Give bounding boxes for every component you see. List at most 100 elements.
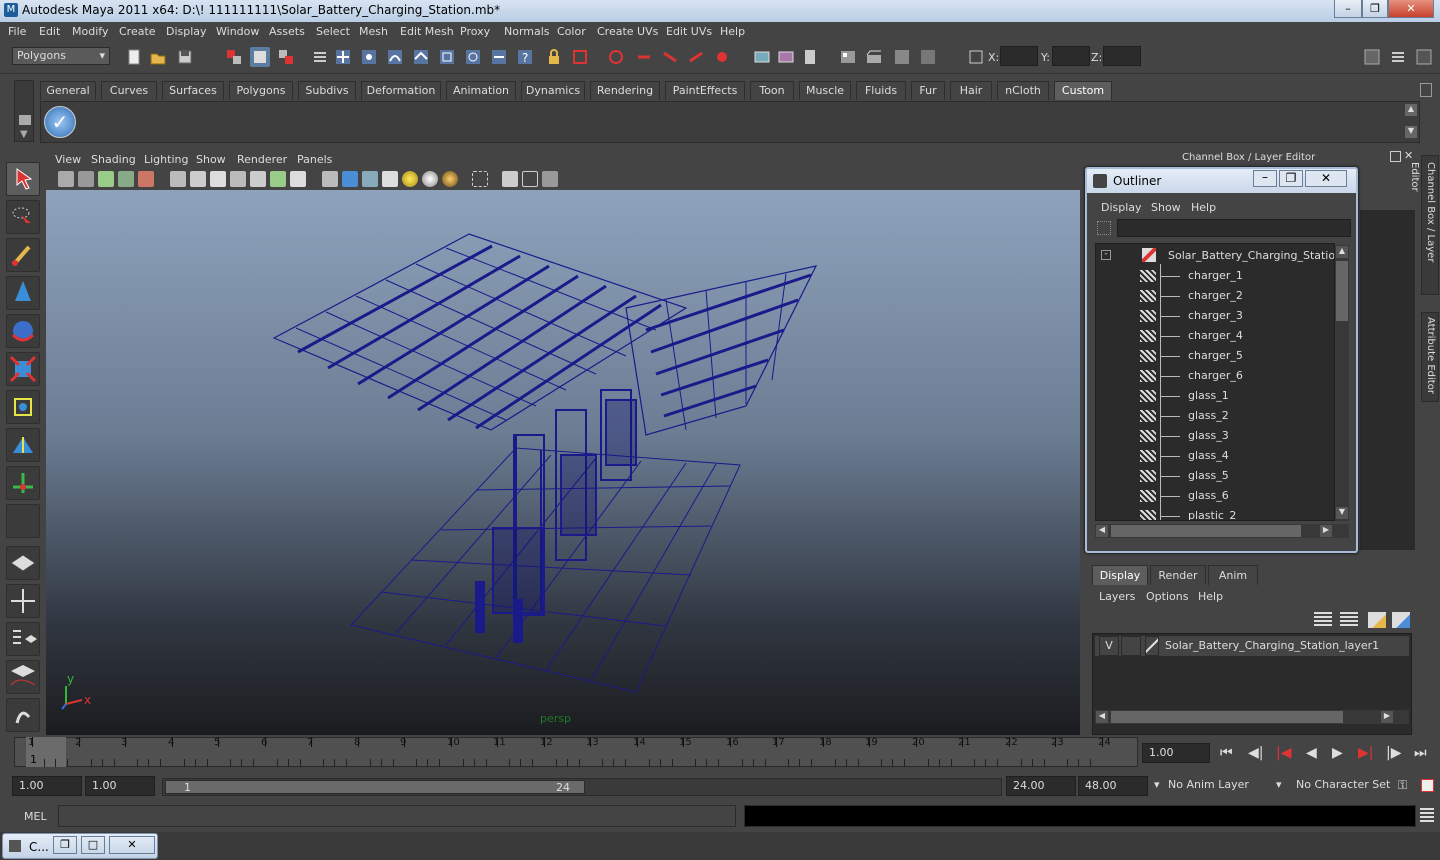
menu-edit-mesh[interactable]: Edit Mesh [400, 25, 454, 38]
menu-file[interactable]: File [8, 25, 26, 38]
mode-selector[interactable]: Polygons ▾ [12, 47, 110, 65]
key-icon[interactable]: ⚿ [1398, 778, 1407, 793]
hypergraph-layout-icon[interactable] [6, 698, 40, 732]
shelf-tab-rendering[interactable]: Rendering [590, 81, 660, 100]
command-language-label[interactable]: MEL [24, 810, 47, 823]
menu-color[interactable]: Color [557, 25, 586, 38]
layer-hscrollbar[interactable]: ◀ ▶ [1095, 710, 1409, 724]
shelf-tab-animation[interactable]: Animation [446, 81, 516, 100]
outliner-item[interactable]: glass_3 [1096, 426, 1334, 446]
texture-icon[interactable] [382, 171, 398, 187]
select-hierarchy-icon[interactable] [224, 47, 244, 67]
script-editor-icon[interactable] [1420, 808, 1434, 822]
collapse-icon[interactable]: - [1101, 250, 1111, 260]
script-editor-icon[interactable] [918, 47, 938, 67]
shelf-trash-icon[interactable] [1420, 83, 1432, 97]
select-component-icon[interactable] [276, 47, 296, 67]
snap-surface-icon[interactable] [437, 47, 457, 67]
layer-type-toggle[interactable] [1121, 636, 1141, 656]
camera-attributes-icon[interactable] [78, 171, 94, 187]
component-xray-icon[interactable] [542, 171, 558, 187]
y-field[interactable] [1052, 46, 1090, 66]
graph-editor-layout-icon[interactable] [6, 660, 40, 694]
four-view-layout-icon[interactable] [6, 584, 40, 618]
outliner-item[interactable]: glass_1 [1096, 386, 1334, 406]
shaded-wireframe-icon[interactable] [362, 171, 378, 187]
command-input[interactable] [58, 805, 736, 827]
outliner-hscrollbar[interactable]: ◀ ▶ [1095, 524, 1349, 538]
scroll-up-icon[interactable]: ▲ [1336, 246, 1348, 258]
shelf-tab-fur[interactable]: Fur [911, 81, 945, 100]
range-slider-handle[interactable]: 1 24 [165, 780, 585, 794]
lasso-tool-icon[interactable] [6, 200, 40, 234]
new-layer-selected-icon[interactable] [1392, 612, 1410, 628]
all-lights-icon[interactable] [422, 171, 438, 187]
minimized-maximize-button[interactable]: □ [81, 836, 105, 854]
resolution-gate-icon[interactable] [210, 171, 226, 187]
playback-start-field[interactable]: 1.00 [85, 776, 155, 796]
menu-display[interactable]: Display [166, 25, 207, 38]
camera-select-icon[interactable] [58, 171, 74, 187]
step-back-icon[interactable]: ◀| [1248, 745, 1263, 761]
menu-create-uvs[interactable]: Create UVs [597, 25, 658, 38]
go-to-end-icon[interactable]: ⏭ [1414, 745, 1427, 761]
layer-visibility-toggle[interactable]: V [1099, 636, 1119, 656]
shelf-tab-surfaces[interactable]: Surfaces [162, 81, 224, 100]
new-layer-icon[interactable] [1368, 612, 1386, 628]
move-tool-icon[interactable] [6, 276, 40, 310]
ipr-render-icon[interactable] [776, 47, 796, 67]
image-plane-icon[interactable] [118, 171, 134, 187]
z-field[interactable] [1103, 46, 1141, 66]
construction-history-icon[interactable] [686, 47, 706, 67]
shadows-icon[interactable] [442, 171, 458, 187]
grid-toggle-icon[interactable] [170, 171, 186, 187]
minimized-restore-button[interactable]: ❐ [53, 836, 77, 854]
shelf-tab-subdivs[interactable]: Subdivs [298, 81, 356, 100]
minimized-close-button[interactable]: ✕ [109, 836, 155, 854]
gate-mask-icon[interactable] [230, 171, 246, 187]
outliner-layout-icon[interactable] [6, 622, 40, 656]
outliner-menu-help[interactable]: Help [1191, 201, 1216, 214]
shelf-tab-deformation[interactable]: Deformation [361, 81, 441, 100]
layer-scroll-right-icon[interactable]: ▶ [1381, 711, 1393, 723]
scroll-thumb[interactable] [1336, 261, 1348, 321]
make-live-icon[interactable] [463, 47, 483, 67]
shelf-tab-toon[interactable]: Toon [750, 81, 794, 100]
shelf-tab-curves[interactable]: Curves [101, 81, 157, 100]
default-lighting-icon[interactable] [402, 171, 418, 187]
outliner-item[interactable]: charger_5 [1096, 346, 1334, 366]
layer-scroll-left-icon[interactable]: ◀ [1096, 711, 1108, 723]
scroll-down-icon[interactable]: ▼ [1336, 507, 1348, 519]
shelf-scroll-down-icon[interactable]: ▼ [1405, 126, 1417, 138]
outliner-menu-show[interactable]: Show [1151, 201, 1181, 214]
menu-create[interactable]: Create [119, 25, 156, 38]
outliner-item[interactable]: glass_6 [1096, 486, 1334, 506]
shelf-options-handle[interactable]: ▼ [14, 80, 34, 142]
end-time-field[interactable]: 48.00 [1078, 776, 1148, 796]
step-back-key-icon[interactable]: |◀ [1276, 745, 1291, 761]
shelf-tab-custom[interactable]: Custom [1054, 81, 1112, 100]
viewport-menu-panels[interactable]: Panels [297, 153, 332, 166]
play-forwards-icon[interactable]: ▶ [1332, 745, 1343, 761]
transform-input-icon[interactable] [966, 47, 986, 67]
move-layer-down-icon[interactable] [1340, 612, 1358, 628]
xray-icon[interactable] [502, 171, 518, 187]
move-layer-up-icon[interactable] [1314, 612, 1332, 628]
field-chart-icon[interactable] [250, 171, 266, 187]
menu-mesh[interactable]: Mesh [359, 25, 388, 38]
outliner-menu-display[interactable]: Display [1101, 201, 1142, 214]
shelf-tab-polygons[interactable]: Polygons [229, 81, 293, 100]
tool-settings-icon[interactable] [1388, 47, 1408, 67]
snap-curve-icon[interactable] [359, 47, 379, 67]
scale-tool-icon[interactable] [6, 352, 40, 386]
film-gate-icon[interactable] [190, 171, 206, 187]
paint-select-tool-icon[interactable] [6, 238, 40, 272]
viewport-menu-renderer[interactable]: Renderer [237, 153, 287, 166]
viewport-menu-view[interactable]: View [55, 153, 81, 166]
range-slider[interactable]: 1 24 [162, 778, 1002, 796]
scroll-right-icon[interactable]: ▶ [1320, 525, 1332, 537]
safe-action-icon[interactable] [270, 171, 286, 187]
highlight-selection-icon[interactable] [570, 47, 590, 67]
history-icon[interactable] [606, 47, 626, 67]
shelf-tab-hair[interactable]: Hair [950, 81, 992, 100]
